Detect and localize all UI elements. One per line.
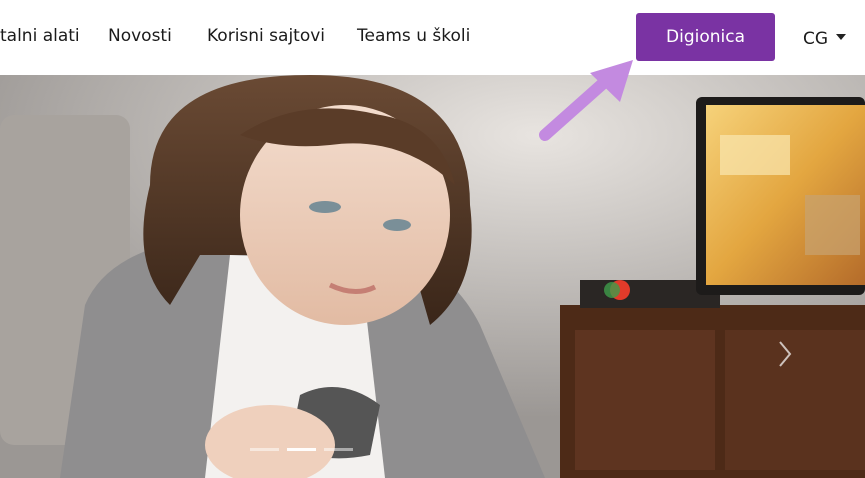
chevron-right-icon	[779, 341, 792, 367]
carousel-indicators	[250, 448, 353, 451]
nav-link-teams-u-skoli[interactable]: Teams u školi	[357, 26, 470, 46]
language-label: CG	[803, 29, 829, 49]
hero-slide-image	[0, 75, 865, 478]
carousel-indicator[interactable]	[287, 448, 316, 451]
caret-down-icon	[836, 34, 847, 40]
carousel-indicator[interactable]	[250, 448, 279, 451]
nav-link-novosti[interactable]: Novosti	[108, 26, 172, 46]
carousel-indicator[interactable]	[324, 448, 353, 451]
language-selector[interactable]: CG	[803, 27, 847, 51]
carousel-next-button[interactable]	[772, 337, 798, 371]
digionica-button[interactable]: Digionica	[636, 13, 775, 61]
top-navbar: talni alati Novosti Korisni sajtovi Team…	[0, 0, 865, 75]
hero-carousel	[0, 75, 865, 478]
nav-link-digitalni-alati[interactable]: talni alati	[0, 26, 80, 46]
pointer-arrow-icon	[539, 60, 633, 141]
nav-link-korisni-sajtovi[interactable]: Korisni sajtovi	[207, 26, 325, 46]
